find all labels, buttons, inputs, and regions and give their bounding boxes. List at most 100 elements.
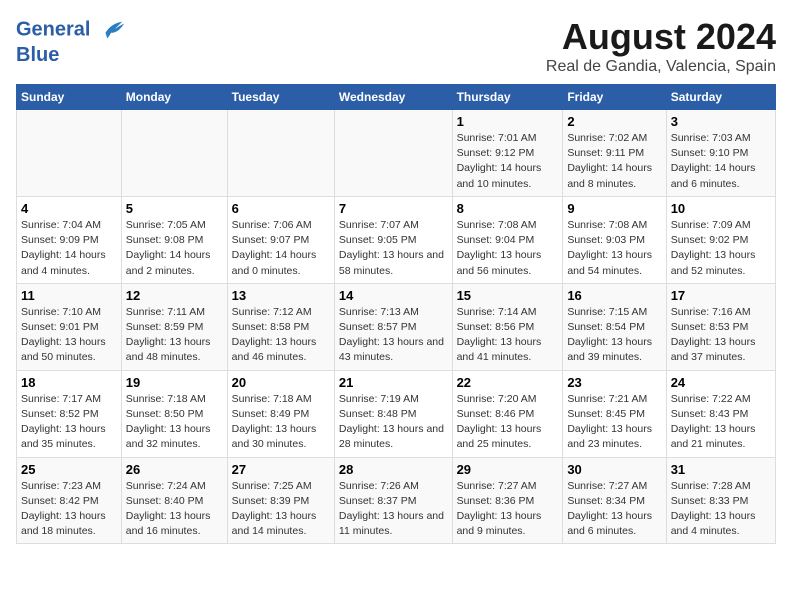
col-header-tuesday: Tuesday: [227, 85, 334, 110]
main-title: August 2024: [546, 16, 776, 58]
day-number: 22: [457, 375, 559, 390]
day-info: Sunrise: 7:23 AMSunset: 8:42 PMDaylight:…: [21, 480, 106, 538]
logo-general: General: [16, 18, 90, 40]
day-info: Sunrise: 7:18 AMSunset: 8:50 PMDaylight:…: [126, 393, 211, 451]
subtitle: Real de Gandia, Valencia, Spain: [546, 58, 776, 76]
day-info: Sunrise: 7:01 AMSunset: 9:12 PMDaylight:…: [457, 132, 542, 190]
day-number: 17: [671, 288, 771, 303]
day-number: 15: [457, 288, 559, 303]
calendar-cell: 25 Sunrise: 7:23 AMSunset: 8:42 PMDayligh…: [17, 457, 122, 544]
day-info: Sunrise: 7:16 AMSunset: 8:53 PMDaylight:…: [671, 306, 756, 364]
day-number: 4: [21, 201, 117, 216]
title-block: August 2024 Real de Gandia, Valencia, Sp…: [546, 16, 776, 76]
day-number: 16: [567, 288, 661, 303]
calendar-cell: 9 Sunrise: 7:08 AMSunset: 9:03 PMDaylight…: [563, 196, 666, 283]
day-info: Sunrise: 7:05 AMSunset: 9:08 PMDaylight:…: [126, 219, 211, 277]
calendar-cell: 1 Sunrise: 7:01 AMSunset: 9:12 PMDaylight…: [452, 110, 563, 197]
day-number: 5: [126, 201, 223, 216]
day-info: Sunrise: 7:20 AMSunset: 8:46 PMDaylight:…: [457, 393, 542, 451]
day-info: Sunrise: 7:22 AMSunset: 8:43 PMDaylight:…: [671, 393, 756, 451]
calendar-table: SundayMondayTuesdayWednesdayThursdayFrid…: [16, 84, 776, 544]
day-number: 28: [339, 462, 448, 477]
week-row-2: 4Sunrise: 7:04 AMSunset: 9:09 PMDaylight…: [17, 196, 776, 283]
calendar-cell: 16 Sunrise: 7:15 AMSunset: 8:54 PMDayligh…: [563, 283, 666, 370]
day-number: 9: [567, 201, 661, 216]
logo: General Blue: [16, 16, 126, 66]
day-info: Sunrise: 7:03 AMSunset: 9:10 PMDaylight:…: [671, 132, 756, 190]
calendar-cell: 13Sunrise: 7:12 AMSunset: 8:58 PMDayligh…: [227, 283, 334, 370]
day-info: Sunrise: 7:27 AMSunset: 8:36 PMDaylight:…: [457, 480, 542, 538]
day-number: 18: [21, 375, 117, 390]
calendar-cell: 4Sunrise: 7:04 AMSunset: 9:09 PMDaylight…: [17, 196, 122, 283]
day-number: 11: [21, 288, 117, 303]
day-number: 3: [671, 114, 771, 129]
day-number: 8: [457, 201, 559, 216]
calendar-cell: 21 Sunrise: 7:19 AMSunset: 8:48 PMDayligh…: [334, 370, 452, 457]
day-info: Sunrise: 7:09 AMSunset: 9:02 PMDaylight:…: [671, 219, 756, 277]
col-header-friday: Friday: [563, 85, 666, 110]
day-info: Sunrise: 7:10 AMSunset: 9:01 PMDaylight:…: [21, 306, 106, 364]
week-row-5: 25 Sunrise: 7:23 AMSunset: 8:42 PMDayligh…: [17, 457, 776, 544]
day-info: Sunrise: 7:08 AMSunset: 9:04 PMDaylight:…: [457, 219, 542, 277]
day-number: 2: [567, 114, 661, 129]
day-info: Sunrise: 7:15 AMSunset: 8:54 PMDaylight:…: [567, 306, 652, 364]
day-info: Sunrise: 7:21 AMSunset: 8:45 PMDaylight:…: [567, 393, 652, 451]
day-number: 21: [339, 375, 448, 390]
col-header-sunday: Sunday: [17, 85, 122, 110]
day-number: 23: [567, 375, 661, 390]
day-info: Sunrise: 7:25 AMSunset: 8:39 PMDaylight:…: [232, 480, 317, 538]
day-number: 20: [232, 375, 330, 390]
calendar-cell: 28 Sunrise: 7:26 AMSunset: 8:37 PMDayligh…: [334, 457, 452, 544]
day-number: 6: [232, 201, 330, 216]
calendar-cell: 30 Sunrise: 7:27 AMSunset: 8:34 PMDayligh…: [563, 457, 666, 544]
calendar-cell: [227, 110, 334, 197]
day-number: 19: [126, 375, 223, 390]
week-row-1: 1 Sunrise: 7:01 AMSunset: 9:12 PMDaylight…: [17, 110, 776, 197]
day-number: 25: [21, 462, 117, 477]
day-info: Sunrise: 7:17 AMSunset: 8:52 PMDaylight:…: [21, 393, 106, 451]
calendar-cell: 23 Sunrise: 7:21 AMSunset: 8:45 PMDayligh…: [563, 370, 666, 457]
calendar-cell: 12Sunrise: 7:11 AMSunset: 8:59 PMDayligh…: [121, 283, 227, 370]
calendar-cell: 19 Sunrise: 7:18 AMSunset: 8:50 PMDayligh…: [121, 370, 227, 457]
day-number: 10: [671, 201, 771, 216]
day-number: 7: [339, 201, 448, 216]
calendar-cell: 26Sunrise: 7:24 AMSunset: 8:40 PMDayligh…: [121, 457, 227, 544]
calendar-cell: 17 Sunrise: 7:16 AMSunset: 8:53 PMDayligh…: [666, 283, 775, 370]
day-info: Sunrise: 7:28 AMSunset: 8:33 PMDaylight:…: [671, 480, 756, 538]
calendar-cell: 18 Sunrise: 7:17 AMSunset: 8:52 PMDayligh…: [17, 370, 122, 457]
calendar-cell: 22 Sunrise: 7:20 AMSunset: 8:46 PMDayligh…: [452, 370, 563, 457]
week-row-4: 18 Sunrise: 7:17 AMSunset: 8:52 PMDayligh…: [17, 370, 776, 457]
page-header: General Blue August 2024 Real de Gandia,…: [16, 16, 776, 76]
day-number: 30: [567, 462, 661, 477]
col-header-wednesday: Wednesday: [334, 85, 452, 110]
day-info: Sunrise: 7:19 AMSunset: 8:48 PMDaylight:…: [339, 393, 444, 451]
day-info: Sunrise: 7:07 AMSunset: 9:05 PMDaylight:…: [339, 219, 444, 277]
calendar-cell: 15Sunrise: 7:14 AMSunset: 8:56 PMDayligh…: [452, 283, 563, 370]
calendar-cell: 5 Sunrise: 7:05 AMSunset: 9:08 PMDaylight…: [121, 196, 227, 283]
calendar-cell: 6 Sunrise: 7:06 AMSunset: 9:07 PMDaylight…: [227, 196, 334, 283]
day-info: Sunrise: 7:18 AMSunset: 8:49 PMDaylight:…: [232, 393, 317, 451]
calendar-cell: 14Sunrise: 7:13 AMSunset: 8:57 PMDayligh…: [334, 283, 452, 370]
day-info: Sunrise: 7:11 AMSunset: 8:59 PMDaylight:…: [126, 306, 211, 364]
week-row-3: 11 Sunrise: 7:10 AMSunset: 9:01 PMDayligh…: [17, 283, 776, 370]
logo-blue: Blue: [16, 44, 126, 66]
day-info: Sunrise: 7:06 AMSunset: 9:07 PMDaylight:…: [232, 219, 317, 277]
logo-bird-icon: [98, 16, 126, 44]
calendar-cell: 11 Sunrise: 7:10 AMSunset: 9:01 PMDayligh…: [17, 283, 122, 370]
day-info: Sunrise: 7:08 AMSunset: 9:03 PMDaylight:…: [567, 219, 652, 277]
calendar-cell: 8 Sunrise: 7:08 AMSunset: 9:04 PMDaylight…: [452, 196, 563, 283]
calendar-cell: [334, 110, 452, 197]
day-info: Sunrise: 7:26 AMSunset: 8:37 PMDaylight:…: [339, 480, 444, 538]
calendar-cell: 20 Sunrise: 7:18 AMSunset: 8:49 PMDayligh…: [227, 370, 334, 457]
calendar-cell: 7 Sunrise: 7:07 AMSunset: 9:05 PMDaylight…: [334, 196, 452, 283]
col-header-monday: Monday: [121, 85, 227, 110]
day-info: Sunrise: 7:27 AMSunset: 8:34 PMDaylight:…: [567, 480, 652, 538]
day-number: 24: [671, 375, 771, 390]
calendar-cell: 3 Sunrise: 7:03 AMSunset: 9:10 PMDaylight…: [666, 110, 775, 197]
day-number: 14: [339, 288, 448, 303]
day-info: Sunrise: 7:02 AMSunset: 9:11 PMDaylight:…: [567, 132, 652, 190]
calendar-cell: 10 Sunrise: 7:09 AMSunset: 9:02 PMDayligh…: [666, 196, 775, 283]
day-number: 1: [457, 114, 559, 129]
calendar-cell: 29Sunrise: 7:27 AMSunset: 8:36 PMDayligh…: [452, 457, 563, 544]
calendar-cell: 27Sunrise: 7:25 AMSunset: 8:39 PMDayligh…: [227, 457, 334, 544]
